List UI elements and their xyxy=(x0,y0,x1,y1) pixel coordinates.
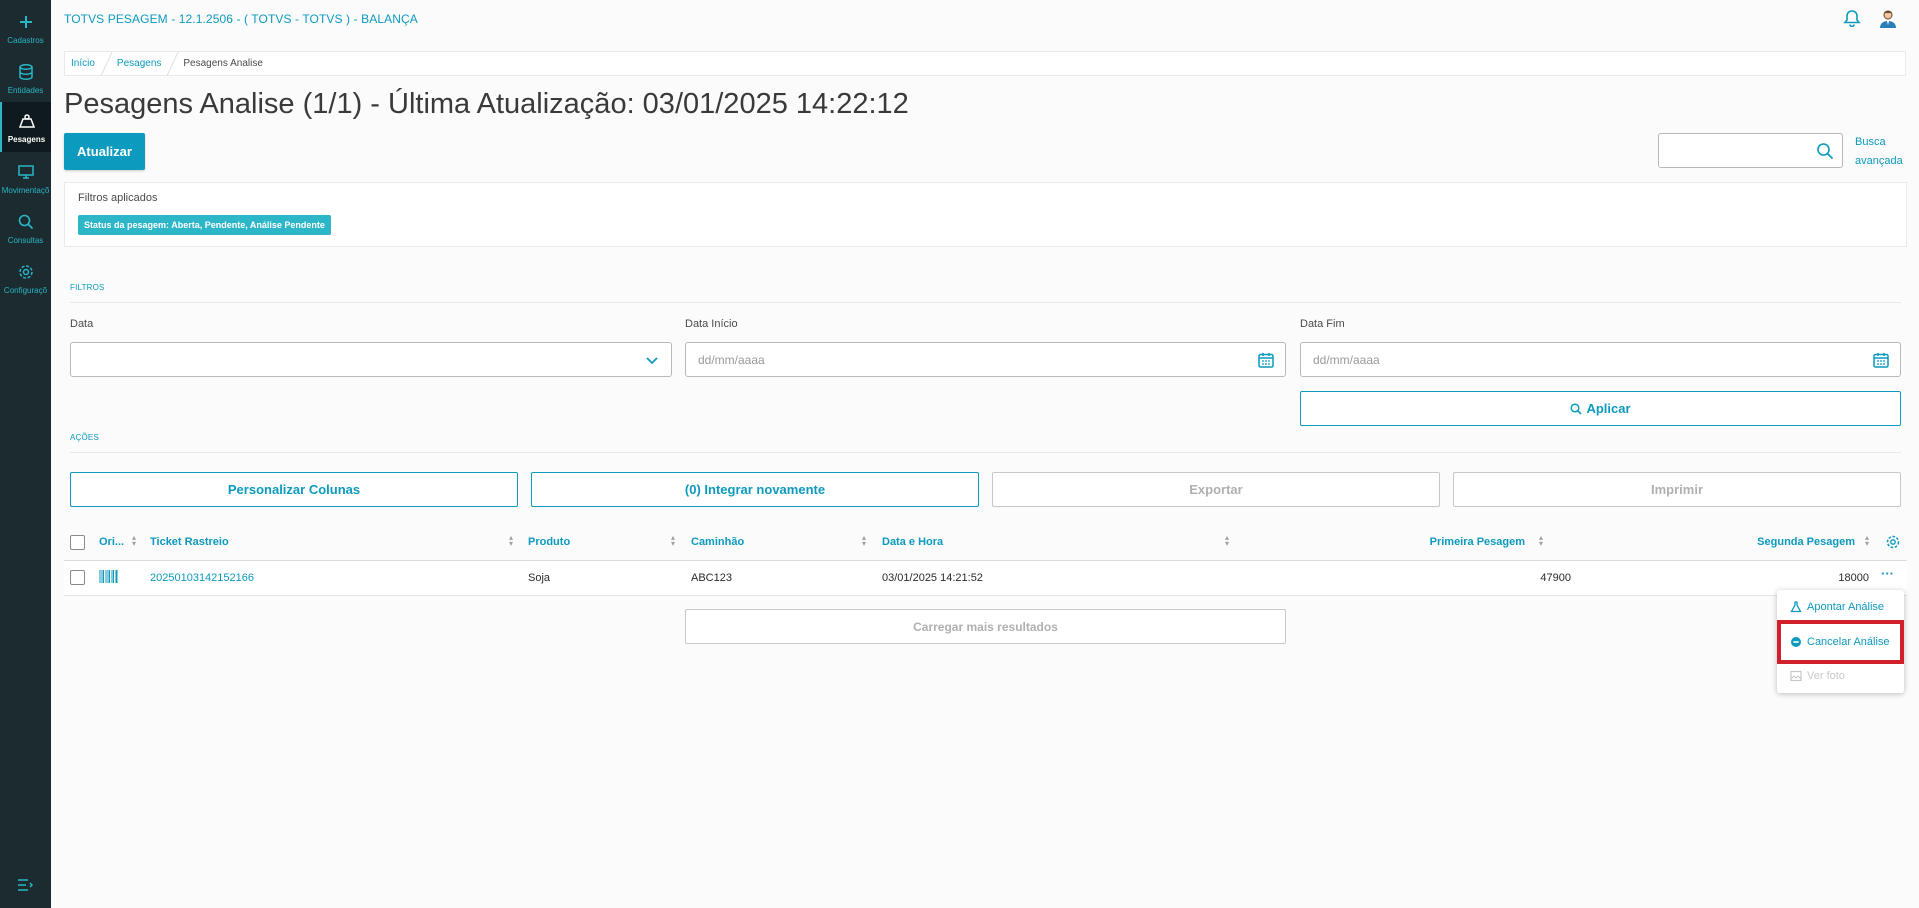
sidebar-item-consultas[interactable]: Consultas xyxy=(0,203,51,253)
table-row[interactable]: 20250103142152166 Soja ABC123 03/01/2025… xyxy=(64,561,1907,596)
search-icon xyxy=(1570,402,1583,415)
refresh-button[interactable]: Atualizar xyxy=(64,133,145,170)
sort-icon[interactable]: ▴ ▾ xyxy=(671,534,675,548)
select-all-checkbox[interactable] xyxy=(70,535,85,550)
gear-icon xyxy=(16,262,36,282)
sidebar-item-label: Configuraçõ xyxy=(3,285,48,295)
search-icon xyxy=(16,212,36,232)
cell-truck: ABC123 xyxy=(691,572,732,584)
image-icon xyxy=(1790,670,1802,682)
sidebar-item-configuracoes[interactable]: Configuraçõ xyxy=(0,253,51,303)
sort-icon[interactable]: ▴ ▾ xyxy=(509,534,513,548)
cell-second-weighing: 18000 xyxy=(1838,572,1869,584)
menu-item-ver-foto[interactable]: Ver foto xyxy=(1777,662,1904,690)
end-date-placeholder: dd/mm/aaaa xyxy=(1313,353,1380,367)
load-more-button[interactable]: Carregar mais resultados xyxy=(685,609,1286,644)
integrate-again-button[interactable]: (0) Integrar novamente xyxy=(531,472,979,507)
date-label: Data xyxy=(70,318,94,330)
calendar-icon[interactable] xyxy=(1257,351,1275,369)
bell-icon[interactable] xyxy=(1843,9,1861,28)
gear-icon[interactable] xyxy=(1886,535,1900,549)
menu-item-label: Ver foto xyxy=(1807,670,1845,682)
barcode-icon xyxy=(99,570,118,583)
sort-icon[interactable]: ▴ ▾ xyxy=(1225,534,1229,548)
export-button[interactable]: Exportar xyxy=(992,472,1440,507)
plus-icon xyxy=(16,12,36,32)
sidebar-item-label: Movimentaçõ xyxy=(1,185,50,195)
cell-datetime: 03/01/2025 14:21:52 xyxy=(882,572,983,584)
sidebar-item-label: Consultas xyxy=(7,235,44,245)
start-date-field[interactable]: dd/mm/aaaa xyxy=(685,342,1286,377)
breadcrumb-item-pesagens[interactable]: Pesagens xyxy=(117,58,161,69)
avatar[interactable] xyxy=(1878,8,1898,28)
app-title: TOTVS PESAGEM - 12.1.2506 - ( TOTVS - TO… xyxy=(64,12,418,26)
filters-applied-panel: Filtros aplicados Status da pesagem: Abe… xyxy=(64,182,1907,247)
breadcrumb-item-current: Pesagens Analise xyxy=(183,58,263,69)
sidebar-item-entidades[interactable]: Entidades xyxy=(0,53,51,103)
column-header-first-weighing[interactable]: Primeira Pesagem xyxy=(1430,536,1525,548)
breadcrumb: Início Pesagens Pesagens Analise xyxy=(64,51,1906,76)
highlight-box xyxy=(1777,620,1904,664)
column-header-datetime[interactable]: Data e Hora xyxy=(882,536,943,548)
search-input[interactable] xyxy=(1658,133,1843,168)
database-icon xyxy=(16,62,36,82)
sidebar-item-label: Cadastros xyxy=(7,35,44,45)
customize-columns-button[interactable]: Personalizar Colunas xyxy=(70,472,518,507)
print-button[interactable]: Imprimir xyxy=(1453,472,1901,507)
cell-first-weighing: 47900 xyxy=(1540,572,1571,584)
breadcrumb-separator xyxy=(93,51,113,76)
cell-product: Soja xyxy=(528,572,551,584)
chevron-down-icon xyxy=(643,351,661,369)
filter-tag[interactable]: Status da pesagem: Aberta, Pendente, Aná… xyxy=(78,215,331,235)
breadcrumb-item-inicio[interactable]: Início xyxy=(71,58,95,69)
column-header-product[interactable]: Produto xyxy=(528,536,570,548)
flask-icon xyxy=(1790,601,1802,613)
sidebar-item-pesagens[interactable]: Pesagens xyxy=(0,102,51,152)
page-title: Pesagens Analise (1/1) - Última Atualiza… xyxy=(64,88,909,120)
advanced-search-link[interactable]: Busca avançada xyxy=(1855,133,1911,171)
weight-icon xyxy=(17,111,37,131)
monitor-icon xyxy=(16,162,36,182)
column-header-ticket[interactable]: Ticket Rastreio xyxy=(150,536,229,548)
sort-icon[interactable]: ▴ ▾ xyxy=(132,534,136,548)
sidebar: Cadastros Entidades Pesagens Movimentaçõ… xyxy=(0,0,51,908)
calendar-icon[interactable] xyxy=(1872,351,1890,369)
apply-filters-button[interactable]: Aplicar xyxy=(1300,391,1901,426)
sort-icon[interactable]: ▴ ▾ xyxy=(1539,534,1543,548)
menu-item-apontar-analise[interactable]: Apontar Análise xyxy=(1777,593,1904,621)
ticket-link[interactable]: 20250103142152166 xyxy=(150,572,254,584)
sidebar-item-cadastros[interactable]: Cadastros xyxy=(0,3,51,53)
start-date-placeholder: dd/mm/aaaa xyxy=(698,353,765,367)
end-date-field[interactable]: dd/mm/aaaa xyxy=(1300,342,1901,377)
search-icon[interactable] xyxy=(1816,142,1834,160)
divider xyxy=(70,302,1901,303)
menu-item-label: Apontar Análise xyxy=(1807,601,1885,613)
apply-filters-label: Aplicar xyxy=(1586,401,1631,416)
more-actions-icon[interactable]: ··· xyxy=(1881,566,1894,581)
start-date-label: Data Início xyxy=(685,318,738,330)
sidebar-item-label: Entidades xyxy=(7,85,44,95)
breadcrumb-separator xyxy=(159,51,179,76)
column-header-origin[interactable]: Ori... xyxy=(99,536,124,548)
menu-collapse-icon[interactable] xyxy=(17,878,34,892)
end-date-label: Data Fim xyxy=(1300,318,1345,330)
sidebar-item-label: Pesagens xyxy=(7,134,46,144)
weighings-table: Ori... ▴ ▾ Ticket Rastreio ▴ ▾ Produto ▴ ▾ … xyxy=(64,526,1907,596)
divider xyxy=(70,452,1901,453)
sort-icon[interactable]: ▴ ▾ xyxy=(862,534,866,548)
filters-applied-title: Filtros aplicados xyxy=(78,192,158,204)
sidebar-item-movimentacoes[interactable]: Movimentaçõ xyxy=(0,153,51,203)
filters-section-label: FILTROS xyxy=(70,283,105,292)
row-checkbox[interactable] xyxy=(70,570,85,585)
actions-section-label: AÇÕES xyxy=(70,433,100,442)
date-select[interactable] xyxy=(70,342,672,377)
column-header-truck[interactable]: Caminhão xyxy=(691,536,744,548)
sort-icon[interactable]: ▴ ▾ xyxy=(1865,534,1869,548)
column-header-second-weighing[interactable]: Segunda Pesagem xyxy=(1757,536,1855,548)
table-header: Ori... ▴ ▾ Ticket Rastreio ▴ ▾ Produto ▴ ▾ … xyxy=(64,526,1907,561)
